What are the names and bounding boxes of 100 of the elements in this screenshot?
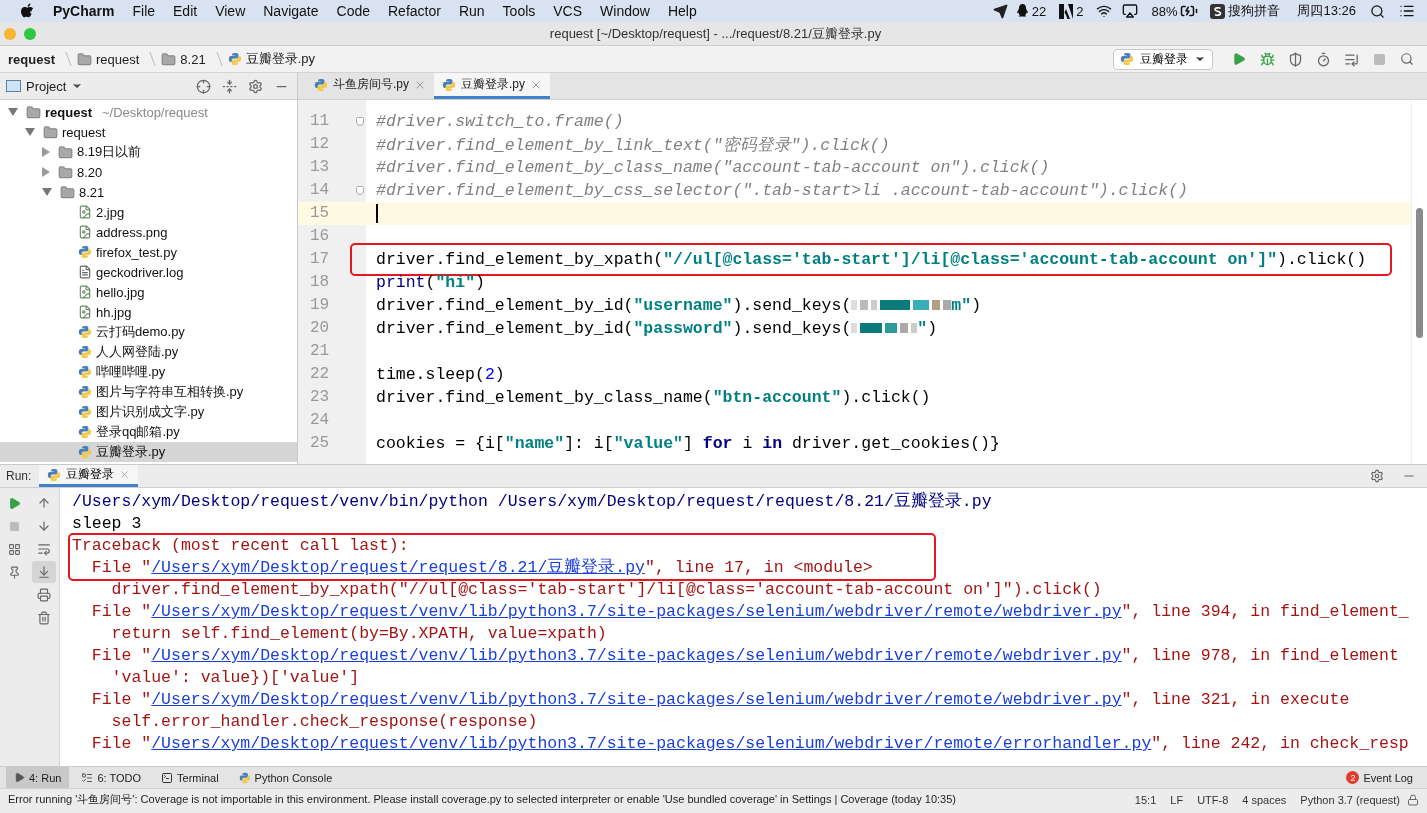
menu-item[interactable]: View xyxy=(206,3,255,19)
play-icon[interactable] xyxy=(1232,52,1246,66)
fold-marker-icon[interactable] xyxy=(356,186,364,195)
menu-item[interactable]: Navigate xyxy=(254,3,328,19)
status-item[interactable]: Python 3.7 (request) xyxy=(1293,793,1407,806)
bug-icon[interactable] xyxy=(1259,51,1275,67)
lock-icon[interactable] xyxy=(1407,793,1419,806)
shield-icon[interactable] xyxy=(1287,51,1303,67)
console-line: /Users/xym/Desktop/request/venv/bin/python /Users/xym/Desktop/request/request/8.21/豆瓣登录.py xyxy=(72,491,993,513)
tree-item[interactable]: 登录qq邮箱.py xyxy=(0,422,297,442)
tree-item[interactable]: 豆瓣登录.py xyxy=(0,442,297,462)
menu-item[interactable]: Edit xyxy=(164,3,207,19)
menu-item[interactable]: File xyxy=(123,3,165,19)
tree-item[interactable]: 8.19日以前 xyxy=(0,142,297,162)
file-link[interactable]: /Users/xym/Desktop/request/venv/lib/python3.7/site-packages/selenium/webdriver/remote/webdriver.py xyxy=(151,602,1122,621)
menu-item[interactable]: Tools xyxy=(493,3,545,19)
expanded-arrow-icon[interactable] xyxy=(8,108,18,116)
tree-item[interactable]: address.png xyxy=(0,222,297,242)
editor-tab[interactable]: 斗鱼房间号.py xyxy=(306,73,434,99)
settings-icon[interactable] xyxy=(247,78,263,94)
trash-icon[interactable] xyxy=(37,611,52,625)
status-item[interactable]: 15:1 xyxy=(1127,793,1164,806)
code-line: cookies = {i["name"]: i["value"] for i in driver.get_cookies()} xyxy=(376,434,1000,453)
input-method-label[interactable]: 搜狗拼音 xyxy=(1228,2,1281,20)
tree-item[interactable]: 图片识别成文字.py xyxy=(0,402,297,422)
collapse-icon[interactable] xyxy=(221,78,237,94)
expanded-arrow-icon[interactable] xyxy=(25,128,35,136)
list-icon[interactable] xyxy=(1399,3,1415,19)
tree-item-label: 8.19日以前 xyxy=(77,143,142,161)
file-link[interactable]: /Users/xym/Desktop/request/venv/lib/python3.7/site-packages/selenium/webdriver/remote/webdriver.py xyxy=(151,646,1122,665)
app-menu[interactable]: PyCharm xyxy=(44,3,124,19)
console-line: File "/Users/xym/Desktop/request/venv/lib/python3.7/site-packages/selenium/webdriver/remote/webdriver.py", line 978, in find_element xyxy=(90,645,1400,667)
penguin-icon[interactable] xyxy=(1015,3,1029,19)
apple-logo[interactable] xyxy=(20,3,34,19)
grid-icon[interactable] xyxy=(8,542,22,556)
breadcrumb[interactable]: request xyxy=(8,51,55,67)
send-icon[interactable] xyxy=(992,3,1008,19)
input-method-icon[interactable] xyxy=(1210,3,1226,19)
tool-window-tab[interactable]: Terminal xyxy=(153,767,227,788)
tree-item[interactable]: request xyxy=(0,122,297,142)
tree-item[interactable]: 2.jpg xyxy=(0,202,297,222)
tree-item[interactable]: 哔哩哔哩.py xyxy=(0,362,297,382)
tree-item[interactable]: 云打码demo.py xyxy=(0,322,297,342)
crosshair-icon[interactable] xyxy=(195,78,211,94)
menu-item[interactable]: VCS xyxy=(544,3,592,19)
tree-item[interactable]: 8.21 xyxy=(0,182,297,202)
file-link[interactable]: /Users/xym/Desktop/request/venv/lib/python3.7/site-packages/selenium/webdriver/remote/webdriver.py xyxy=(151,690,1122,709)
file-link[interactable]: /Users/xym/Desktop/request/request/8.21/豆瓣登录.py xyxy=(151,558,645,577)
search-icon[interactable] xyxy=(1370,3,1385,19)
status-item[interactable]: LF xyxy=(1163,793,1191,806)
play-icon[interactable] xyxy=(8,496,22,510)
tree-item[interactable]: 8.20 xyxy=(0,162,297,182)
tree-item[interactable]: 图片与字符串互相转换.py xyxy=(0,382,297,402)
tree-item[interactable]: geckodriver.log xyxy=(0,262,297,282)
wifi-icon[interactable] xyxy=(1096,3,1113,19)
run-tab[interactable]: 豆瓣登录 xyxy=(39,465,139,487)
tool-window-tab[interactable]: 4: Run xyxy=(6,767,70,788)
tree-item[interactable]: hello.jpg xyxy=(0,282,297,302)
breadcrumb[interactable]: request xyxy=(76,51,140,67)
file-link[interactable]: /Users/xym/Desktop/request/venv/lib/python3.7/site-packages/selenium/webdriver/remote/errorhandler.py xyxy=(151,734,1152,753)
console-line: return self.find_element(by=By.XPATH, value=xpath) xyxy=(110,623,608,645)
tool-window-tab[interactable]: Python Console xyxy=(230,767,341,788)
run-configuration-dropdown[interactable]: 豆瓣登录 xyxy=(1113,48,1213,70)
airplay-icon[interactable] xyxy=(1122,3,1139,19)
line-number: 22 xyxy=(309,364,331,385)
breadcrumb[interactable]: 8.21 xyxy=(161,51,206,67)
menu-item[interactable]: Refactor xyxy=(379,3,450,19)
settings-icon[interactable] xyxy=(1370,469,1384,483)
status-item[interactable]: 4 spaces xyxy=(1235,793,1294,806)
tree-item[interactable]: firefox_test.py xyxy=(0,242,297,262)
tree-item-label: hello.jpg xyxy=(96,284,145,300)
tree-item[interactable]: hh.jpg xyxy=(0,302,297,322)
code-line: #driver.find_element_by_link_text("密码登录").click() xyxy=(376,134,890,156)
expanded-arrow-icon[interactable] xyxy=(42,188,52,196)
menu-item[interactable]: Help xyxy=(658,3,706,19)
tree-item[interactable]: request ~/Desktop/request xyxy=(0,102,297,122)
scrollbar[interactable] xyxy=(1416,208,1423,338)
adobe-icon[interactable] xyxy=(1059,3,1074,19)
folder-icon xyxy=(60,184,75,200)
tree-item[interactable]: 人人网登陆.py xyxy=(0,342,297,362)
fold-marker-icon[interactable] xyxy=(356,117,364,126)
event-log-button[interactable]: 2 Event Log xyxy=(1346,771,1413,784)
scroll-to-end-button[interactable] xyxy=(32,561,57,583)
menu-bar-clock[interactable]: 周四13:26 xyxy=(1297,2,1356,20)
breadcrumb[interactable]: 豆瓣登录.py xyxy=(227,50,315,68)
wrap-icon[interactable] xyxy=(37,542,52,556)
editor-tab[interactable]: 豆瓣登录.py xyxy=(434,73,551,99)
line-number: 13 xyxy=(309,157,331,178)
menu-item[interactable]: Run xyxy=(449,3,494,19)
timer-icon[interactable] xyxy=(1315,51,1331,67)
tool-window-tab[interactable]: 6: TODO xyxy=(73,767,150,788)
printer-icon[interactable] xyxy=(37,588,52,602)
pin-icon[interactable] xyxy=(8,565,22,579)
console-line: self.error_handler.check_response(response) xyxy=(110,711,539,733)
console-line: driver.find_element_by_xpath("//ul[@class='tab-start']/li[@class='account-tab-account on']").click() xyxy=(110,579,1103,601)
console-line: File "/Users/xym/Desktop/request/venv/lib/python3.7/site-packages/selenium/webdriver/remote/webdriver.py", line 321, in execute xyxy=(90,689,1351,711)
menu-item[interactable]: Code xyxy=(327,3,379,19)
status-item[interactable]: UTF-8 xyxy=(1190,793,1236,806)
project-view-dropdown[interactable]: Project xyxy=(6,78,84,94)
menu-item[interactable]: Window xyxy=(591,3,659,19)
